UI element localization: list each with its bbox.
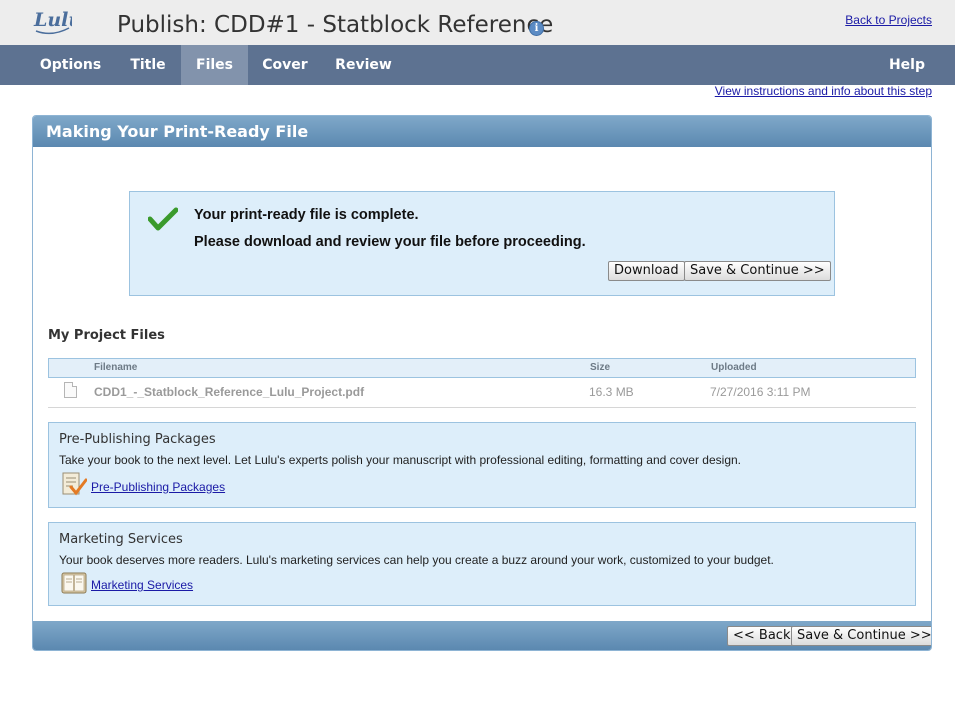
instructions-link[interactable]: View instructions and info about this st…: [715, 84, 932, 98]
panel-footer: << Back Save & Continue >>: [33, 621, 931, 650]
files-section-title: My Project Files: [48, 328, 165, 343]
download-button[interactable]: Download: [608, 261, 685, 281]
footer-save-continue-button[interactable]: Save & Continue >>: [791, 626, 931, 646]
status-box: Your print-ready file is complete. Pleas…: [129, 191, 835, 296]
nav-bar: Options Title Files Cover Review Help: [0, 45, 955, 85]
document-icon: [64, 382, 77, 398]
column-uploaded: Uploaded: [711, 362, 757, 373]
page-title: Publish: CDD#1 - Statblock Reference: [117, 12, 554, 38]
marketing-desc: Your book deserves more readers. Lulu's …: [59, 553, 774, 567]
save-continue-button[interactable]: Save & Continue >>: [684, 261, 831, 281]
pre-publishing-desc: Take your book to the next level. Let Lu…: [59, 453, 741, 467]
checkmark-icon: [148, 207, 178, 231]
tab-review[interactable]: Review: [327, 45, 400, 85]
tab-cover[interactable]: Cover: [253, 45, 317, 85]
back-to-projects-link[interactable]: Back to Projects: [845, 13, 932, 27]
column-size: Size: [590, 362, 611, 373]
file-uploaded: 7/27/2016 3:11 PM: [710, 385, 811, 399]
marketing-box: Marketing Services Your book deserves mo…: [48, 522, 916, 606]
column-filename: Filename: [94, 362, 138, 373]
table-row[interactable]: CDD1_-_Statblock_Reference_Lulu_Project.…: [48, 378, 916, 408]
header: Lulu Publish: CDD#1 - Statblock Referenc…: [0, 0, 955, 45]
svg-text:Lulu: Lulu: [33, 9, 72, 31]
info-icon[interactable]: i: [529, 21, 544, 36]
files-table-header: Filename Size Uploaded: [48, 358, 916, 378]
status-instruction: Please download and review your file bef…: [194, 234, 586, 250]
marketing-link[interactable]: Marketing Services: [91, 578, 193, 592]
pre-publishing-link[interactable]: Pre-Publishing Packages: [91, 480, 225, 494]
status-message: Your print-ready file is complete.: [194, 207, 419, 223]
open-book-icon: [61, 572, 87, 594]
help-link[interactable]: Help: [880, 45, 934, 85]
lulu-logo[interactable]: Lulu: [32, 4, 72, 36]
file-name: CDD1_-_Statblock_Reference_Lulu_Project.…: [94, 385, 365, 399]
marketing-title: Marketing Services: [59, 532, 183, 547]
back-button[interactable]: << Back: [727, 626, 797, 646]
file-size: 16.3 MB: [589, 385, 634, 399]
pre-publishing-box: Pre-Publishing Packages Take your book t…: [48, 422, 916, 508]
document-check-icon: [62, 472, 87, 496]
tab-options[interactable]: Options: [32, 45, 109, 85]
tab-files[interactable]: Files: [181, 45, 248, 85]
tab-title[interactable]: Title: [120, 45, 176, 85]
main-panel: Making Your Print-Ready File Your print-…: [32, 115, 932, 651]
pre-publishing-title: Pre-Publishing Packages: [59, 432, 216, 447]
panel-title: Making Your Print-Ready File: [33, 116, 931, 147]
